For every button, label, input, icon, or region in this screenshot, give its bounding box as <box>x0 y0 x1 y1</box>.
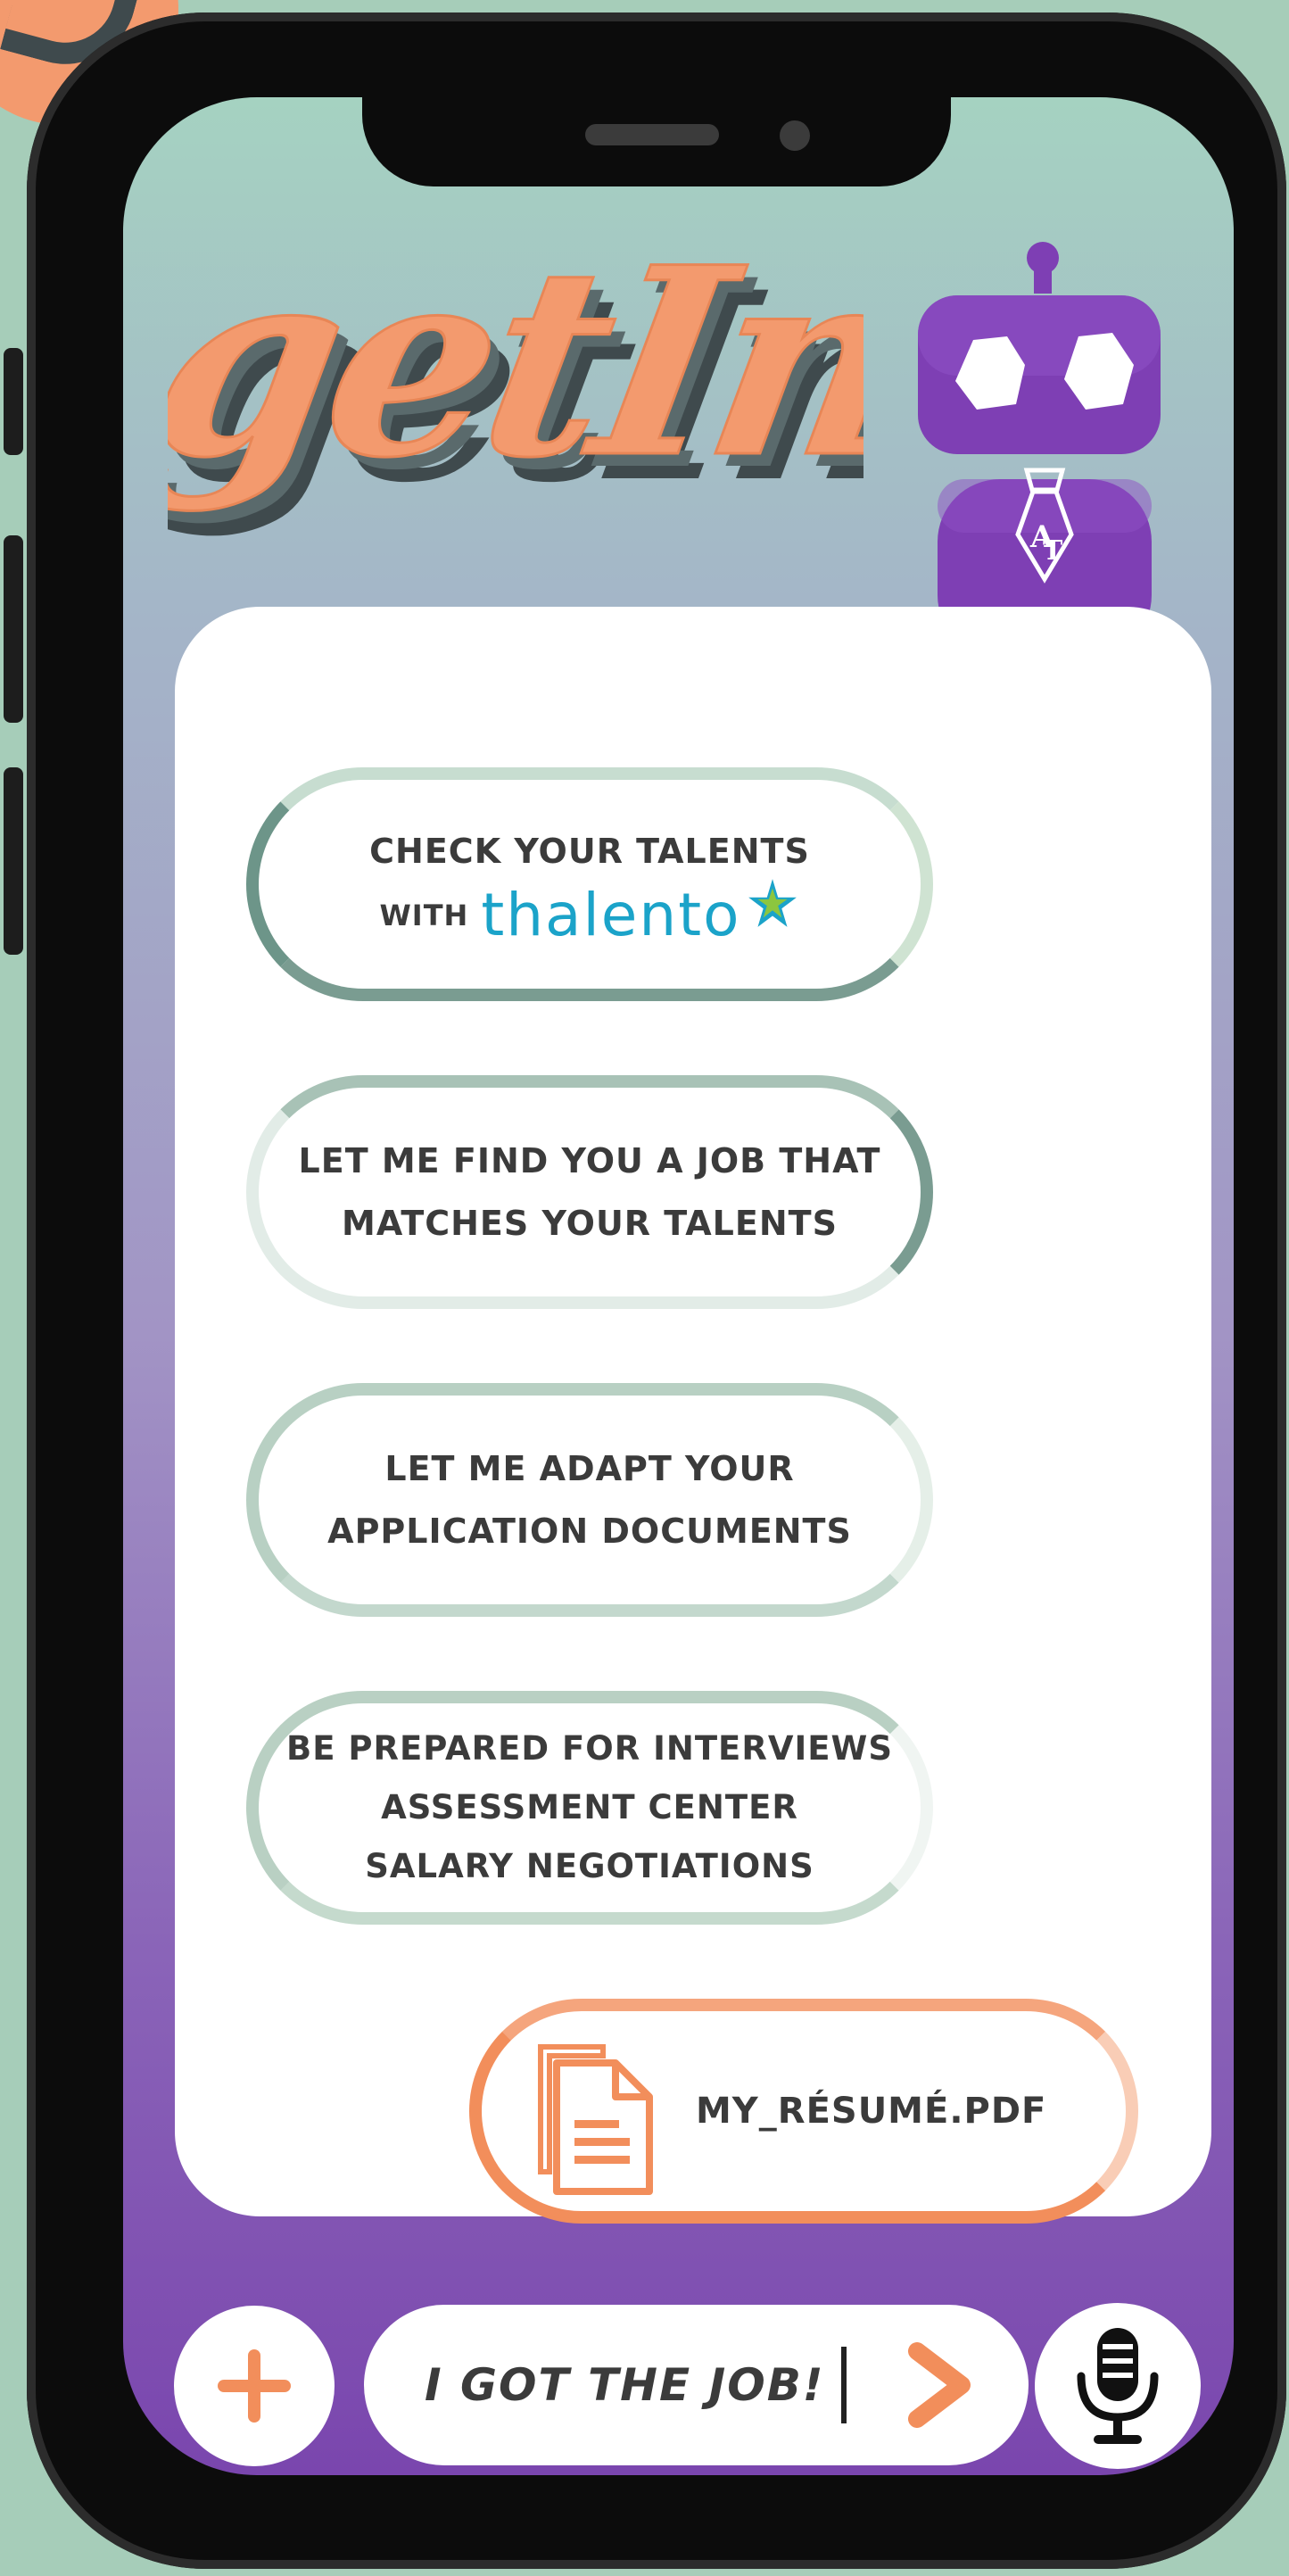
options-card: CHECK YOUR TALENTS WITH thalento LET ME … <box>175 607 1211 2224</box>
resume-attachment[interactable]: MY_RÉSUMÉ.PDF <box>469 1999 1138 2224</box>
microphone-icon <box>1077 2328 1159 2444</box>
adapt-documents-button[interactable]: LET ME ADAPT YOUR APPLICATION DOCUMENTS <box>246 1383 933 1617</box>
message-input-text: I GOT THE JOB! <box>425 2305 847 2465</box>
find-job-button[interactable]: LET ME FIND YOU A JOB THAT MATCHES YOUR … <box>246 1075 933 1309</box>
text-caret <box>840 2347 847 2423</box>
with-label: WITH <box>379 899 469 932</box>
getin-logo: getIn getIn getIn <box>168 244 863 539</box>
add-button[interactable] <box>174 2306 335 2466</box>
phone-side-button <box>4 348 23 455</box>
thalento-star-icon <box>748 879 797 927</box>
message-input[interactable]: I GOT THE JOB! <box>364 2305 1029 2465</box>
speaker-grille <box>585 124 719 145</box>
chevron-right-icon[interactable] <box>903 2342 978 2428</box>
interview-prep-label-line-1: BE PREPARED FOR INTERVIEWS <box>286 1729 893 1768</box>
phone-frame: getIn getIn getIn A T CHECK YOUR TALENTS… <box>27 12 1286 2569</box>
svg-text:getIn: getIn <box>168 244 863 514</box>
adapt-documents-label-line-1: LET ME ADAPT YOUR <box>384 1449 795 1488</box>
thalento-logo-text: thalento <box>481 881 741 949</box>
thalento-brand-line: WITH thalento <box>379 879 800 949</box>
svg-text:T: T <box>1043 535 1063 567</box>
interview-prep-label-line-3: SALARY NEGOTIATIONS <box>365 1847 814 1885</box>
front-camera <box>780 120 810 151</box>
interview-prep-button[interactable]: BE PREPARED FOR INTERVIEWS ASSESSMENT CE… <box>246 1691 933 1925</box>
check-talents-label: CHECK YOUR TALENTS <box>369 832 810 871</box>
resume-file-name: MY_RÉSUMÉ.PDF <box>696 2091 1047 2132</box>
plus-icon <box>218 2349 291 2423</box>
adapt-documents-label-line-2: APPLICATION DOCUMENTS <box>327 1512 852 1551</box>
document-icon <box>538 2044 653 2195</box>
phone-notch <box>362 97 951 186</box>
check-talents-button[interactable]: CHECK YOUR TALENTS WITH thalento <box>246 767 933 1001</box>
interview-prep-label-line-2: ASSESSMENT CENTER <box>381 1788 798 1826</box>
message-input-value: I GOT THE JOB! <box>425 2359 825 2411</box>
phone-screen: getIn getIn getIn A T CHECK YOUR TALENTS… <box>123 97 1234 2475</box>
phone-volume-up-button <box>4 535 23 723</box>
find-job-label-line-1: LET ME FIND YOU A JOB THAT <box>298 1141 881 1180</box>
find-job-label-line-2: MATCHES YOUR TALENTS <box>342 1204 838 1243</box>
microphone-button[interactable] <box>1035 2303 1201 2469</box>
phone-volume-down-button <box>4 767 23 955</box>
